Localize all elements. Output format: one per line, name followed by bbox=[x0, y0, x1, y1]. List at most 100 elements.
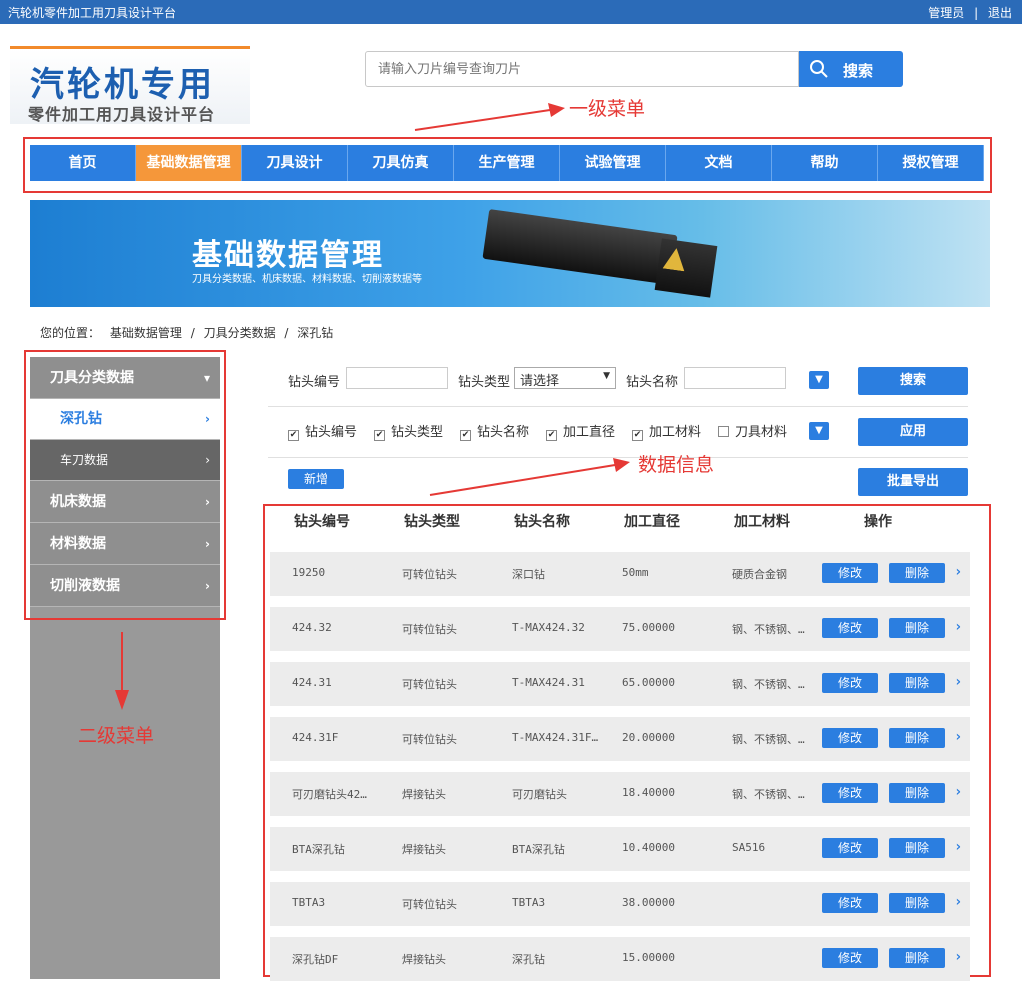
column-header: 钻头类型 bbox=[404, 514, 460, 530]
table-row: 可刃磨钻头42… 焊接钻头 可刃磨钻头 18.40000 钢、不锈钢、… 修改 删除 › bbox=[270, 772, 970, 816]
nav-license[interactable]: 授权管理 bbox=[878, 145, 984, 181]
chevron-right-icon[interactable]: › bbox=[954, 619, 962, 635]
table-cell: BTA深孔钻 bbox=[512, 843, 565, 856]
nav-tool-simulation[interactable]: 刀具仿真 bbox=[348, 145, 454, 181]
checkbox-checked-icon: ✔ bbox=[288, 430, 299, 441]
delete-button[interactable]: 删除 bbox=[889, 618, 945, 638]
table-row: 深孔钻DF 焊接钻头 深孔钻 15.00000 修改 删除 › bbox=[270, 937, 970, 981]
drill-type-label: 钻头类型 bbox=[458, 375, 511, 390]
annotation-box-menu2 bbox=[24, 350, 226, 620]
search-input[interactable] bbox=[365, 51, 799, 87]
checkbox-label: 钻头名称 bbox=[477, 425, 530, 440]
nav-help[interactable]: 帮助 bbox=[772, 145, 878, 181]
column-checkbox-name[interactable]: ✔ 钻头名称 bbox=[460, 421, 529, 441]
drill-code-input[interactable] bbox=[346, 367, 448, 389]
chevron-right-icon[interactable]: › bbox=[954, 949, 962, 965]
table-cell: TBTA3 bbox=[292, 896, 326, 909]
edit-button[interactable]: 修改 bbox=[822, 728, 878, 748]
logo: 汽轮机专用 零件加工用刀具设计平台 bbox=[10, 46, 250, 124]
nav-home[interactable]: 首页 bbox=[30, 145, 136, 181]
table-cell: 18.40000 bbox=[622, 786, 675, 799]
column-checkbox-material[interactable]: ✔ 加工材料 bbox=[632, 421, 701, 441]
edit-button[interactable]: 修改 bbox=[822, 838, 878, 858]
column-header: 钻头名称 bbox=[514, 514, 570, 530]
nav-production[interactable]: 生产管理 bbox=[454, 145, 560, 181]
add-button[interactable]: 新增 bbox=[288, 469, 344, 489]
table-cell: 深孔钻DF bbox=[292, 953, 339, 966]
search-button[interactable]: 搜索 bbox=[799, 51, 903, 87]
drill-name-input[interactable] bbox=[684, 367, 786, 389]
dropdown-arrow-icon: ▼ bbox=[603, 371, 610, 381]
delete-button[interactable]: 删除 bbox=[889, 563, 945, 583]
chevron-right-icon[interactable]: › bbox=[954, 729, 962, 745]
table-cell: 钢、不锈钢、… bbox=[732, 678, 805, 691]
nav-basic-data[interactable]: 基础数据管理 bbox=[136, 145, 242, 181]
checkbox-checked-icon: ✔ bbox=[632, 430, 643, 441]
edit-button[interactable]: 修改 bbox=[822, 563, 878, 583]
table-cell: 50mm bbox=[622, 566, 649, 579]
edit-button[interactable]: 修改 bbox=[822, 783, 878, 803]
delete-button[interactable]: 删除 bbox=[889, 783, 945, 803]
nav-test[interactable]: 试验管理 bbox=[560, 145, 666, 181]
column-header: 操作 bbox=[864, 514, 892, 530]
table-cell: 深口钻 bbox=[512, 568, 545, 581]
drill-code-label: 钻头编号 bbox=[288, 375, 341, 390]
table-cell: 可刃磨钻头 bbox=[512, 788, 567, 801]
table-cell: T-MAX424.31 bbox=[512, 676, 585, 689]
table-cell: 424.31 bbox=[292, 676, 332, 689]
delete-button[interactable]: 删除 bbox=[889, 893, 945, 913]
separator: | bbox=[974, 6, 979, 20]
table-cell: 可转位钻头 bbox=[402, 623, 457, 636]
drill-type-select[interactable]: 请选择 ▼ bbox=[514, 367, 616, 389]
breadcrumb-prefix: 您的位置： bbox=[40, 326, 101, 340]
annotation-arrow-data bbox=[429, 458, 630, 496]
edit-button[interactable]: 修改 bbox=[822, 948, 878, 968]
column-checkbox-code[interactable]: ✔ 钻头编号 bbox=[288, 421, 357, 441]
top-bar: 汽轮机零件加工用刀具设计平台 管理员 | 退出 bbox=[0, 0, 1022, 24]
checkbox-label: 加工直径 bbox=[563, 425, 616, 440]
filter-search-button[interactable]: 搜索 bbox=[858, 367, 968, 395]
delete-button[interactable]: 删除 bbox=[889, 948, 945, 968]
user-link[interactable]: 管理员 bbox=[928, 6, 964, 20]
chevron-down-icon: ▼ bbox=[815, 425, 823, 436]
column-checkbox-diameter[interactable]: ✔ 加工直径 bbox=[546, 421, 615, 441]
checkbox-checked-icon: ✔ bbox=[546, 430, 557, 441]
app-title: 汽轮机零件加工用刀具设计平台 bbox=[8, 6, 177, 20]
table-row: 424.31F 可转位钻头 T-MAX424.31F… 20.00000 钢、不锈钢、…… bbox=[270, 717, 970, 761]
nav-tool-design[interactable]: 刀具设计 bbox=[242, 145, 348, 181]
batch-export-button[interactable]: 批量导出 bbox=[858, 468, 968, 496]
delete-button[interactable]: 删除 bbox=[889, 673, 945, 693]
logout-link[interactable]: 退出 bbox=[988, 6, 1012, 20]
annotation-menu2: 二级菜单 bbox=[78, 725, 155, 747]
breadcrumb-item-tool-class[interactable]: 刀具分类数据 bbox=[204, 326, 276, 340]
table-cell: BTA深孔钻 bbox=[292, 843, 345, 856]
chevron-right-icon[interactable]: › bbox=[954, 564, 962, 580]
delete-button[interactable]: 删除 bbox=[889, 728, 945, 748]
checkbox-checked-icon: ✔ bbox=[374, 430, 385, 441]
breadcrumb-item-basic-data[interactable]: 基础数据管理 bbox=[110, 326, 182, 340]
checkbox-label: 刀具材料 bbox=[735, 425, 788, 440]
nav-docs[interactable]: 文档 bbox=[666, 145, 772, 181]
chevron-right-icon[interactable]: › bbox=[954, 674, 962, 690]
column-header: 钻头编号 bbox=[294, 514, 350, 530]
breadcrumb: 您的位置： 基础数据管理 / 刀具分类数据 / 深孔钻 bbox=[40, 324, 333, 341]
expand-columns-button[interactable]: ▼ bbox=[809, 422, 829, 440]
table-cell: 可转位钻头 bbox=[402, 568, 457, 581]
chevron-right-icon[interactable]: › bbox=[954, 784, 962, 800]
delete-button[interactable]: 删除 bbox=[889, 838, 945, 858]
column-checkbox-tool-material[interactable]: 刀具材料 bbox=[718, 421, 787, 440]
logo-title: 汽轮机专用 bbox=[30, 65, 215, 105]
column-checkbox-type[interactable]: ✔ 钻头类型 bbox=[374, 421, 443, 441]
edit-button[interactable]: 修改 bbox=[822, 618, 878, 638]
table-cell: 可转位钻头 bbox=[402, 733, 457, 746]
table-row: TBTA3 可转位钻头 TBTA3 38.00000 修改 删除 › bbox=[270, 882, 970, 926]
edit-button[interactable]: 修改 bbox=[822, 673, 878, 693]
expand-filter-button[interactable]: ▼ bbox=[809, 371, 829, 389]
chevron-right-icon[interactable]: › bbox=[954, 894, 962, 910]
table-cell: 焊接钻头 bbox=[402, 843, 446, 856]
table-cell: 可转位钻头 bbox=[402, 678, 457, 691]
edit-button[interactable]: 修改 bbox=[822, 893, 878, 913]
table-row: BTA深孔钻 焊接钻头 BTA深孔钻 10.40000 SA516 修改 删除 › bbox=[270, 827, 970, 871]
apply-button[interactable]: 应用 bbox=[858, 418, 968, 446]
chevron-right-icon[interactable]: › bbox=[954, 839, 962, 855]
